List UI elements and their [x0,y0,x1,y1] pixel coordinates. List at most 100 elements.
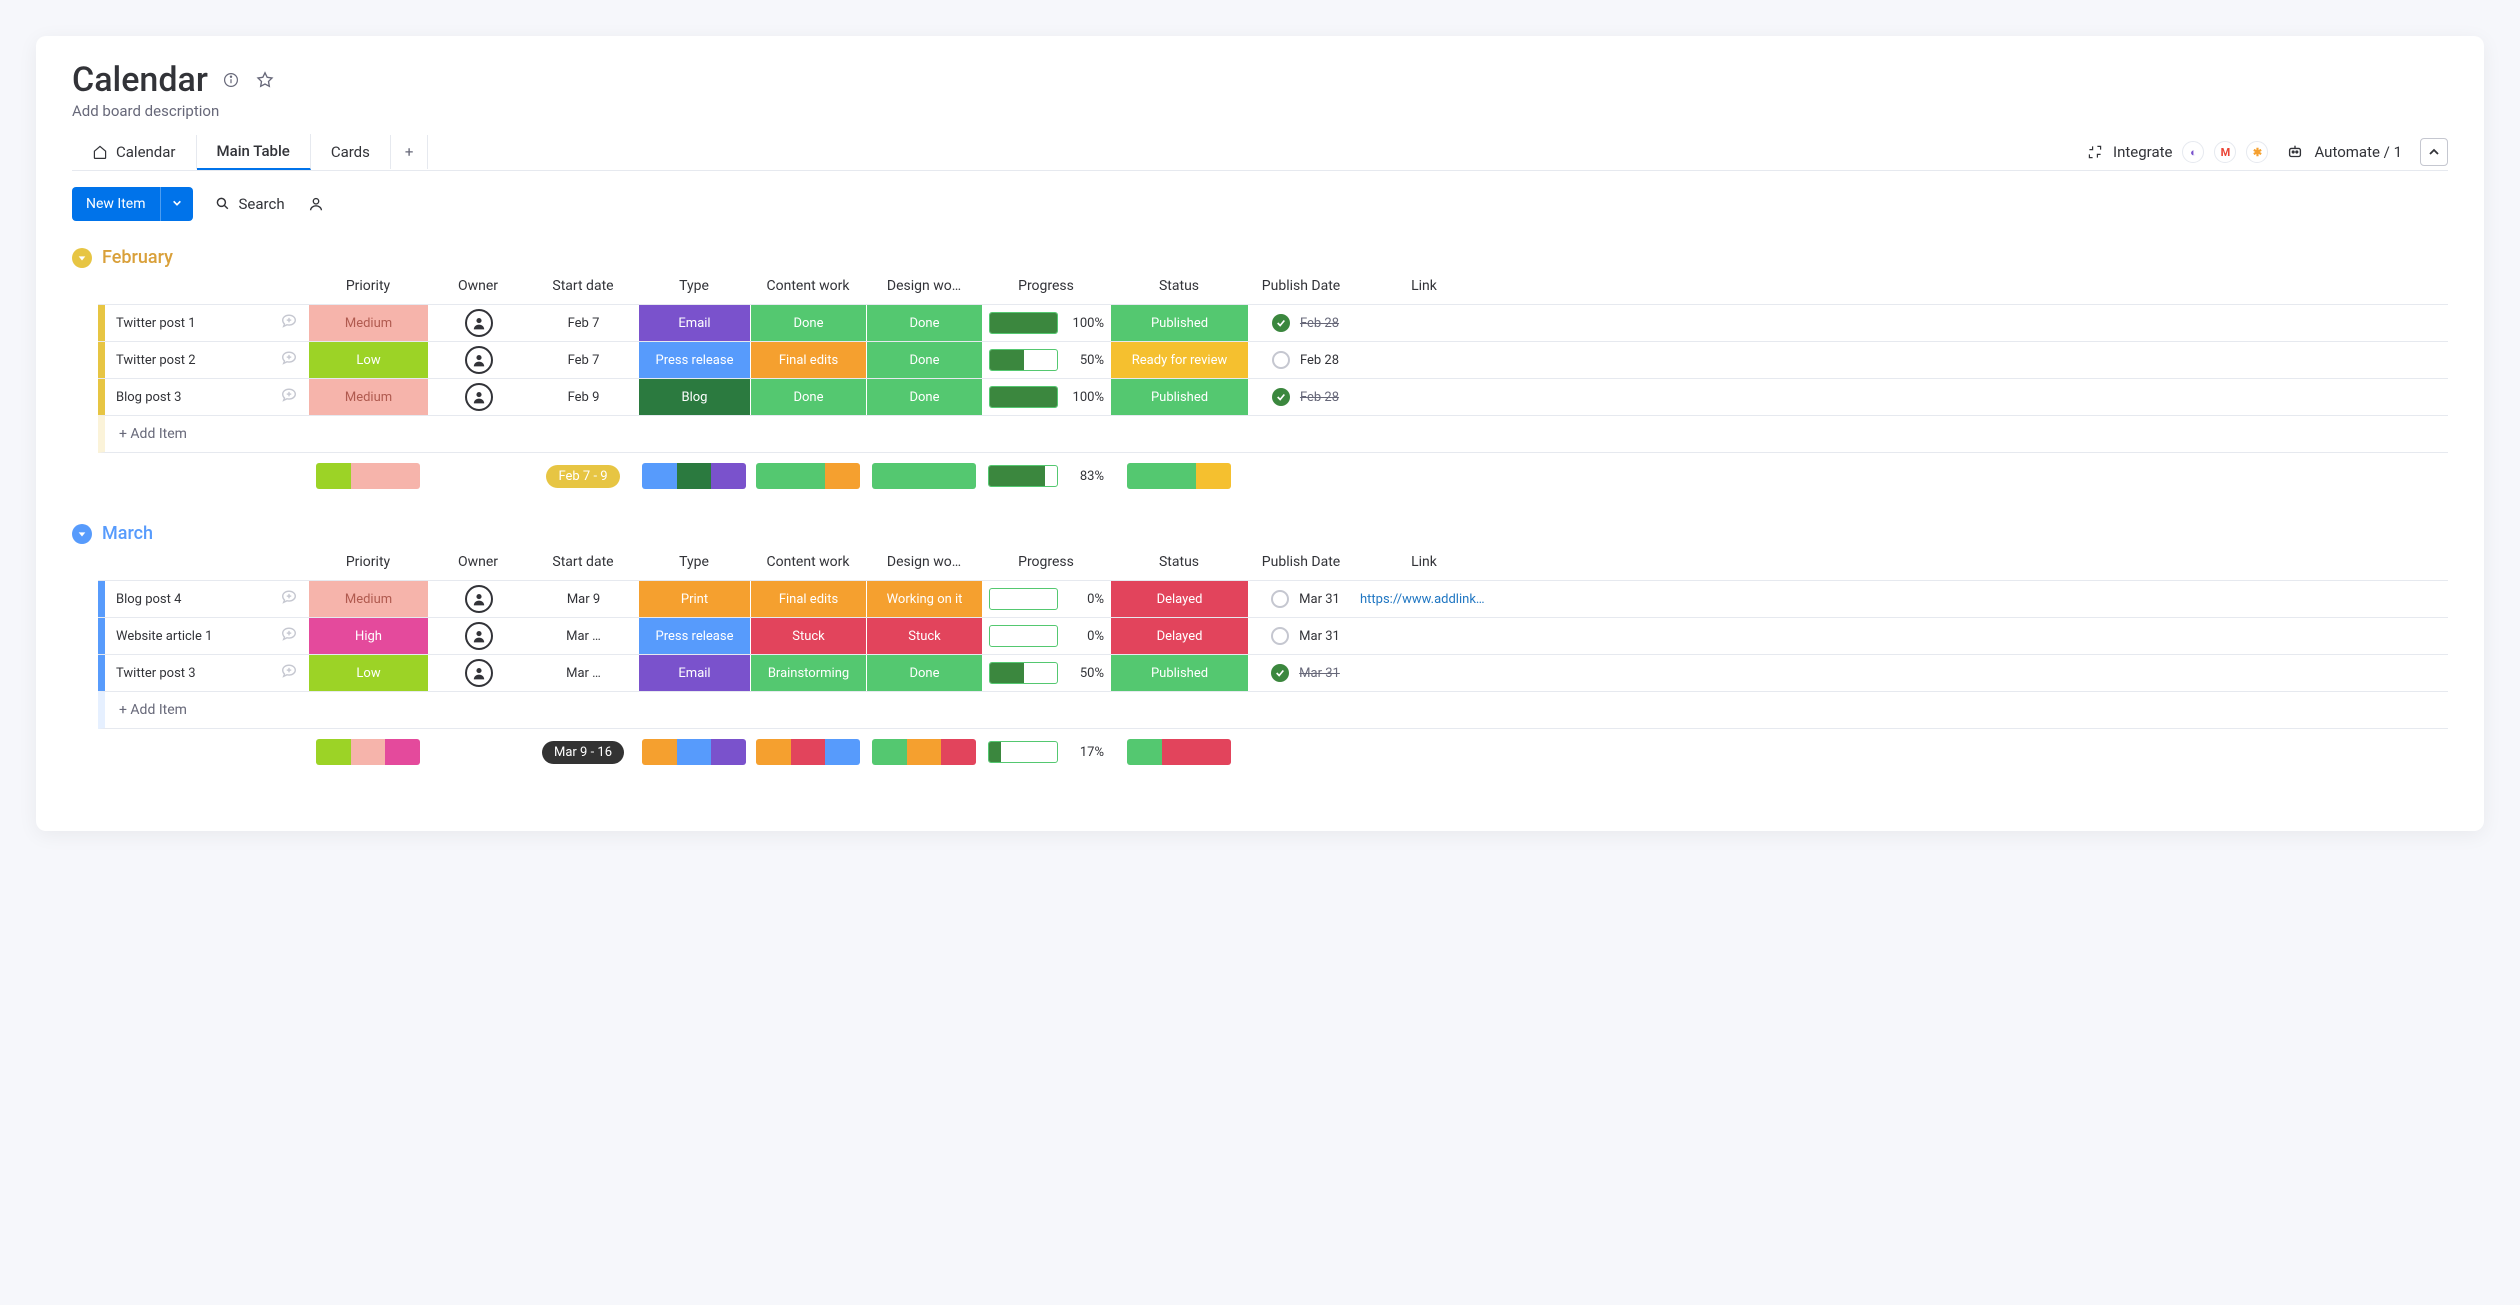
item-name-cell[interactable]: Blog post 4 [105,581,308,617]
status-cell[interactable]: Delayed [1110,618,1248,654]
col-content-work[interactable]: Content work [750,554,866,570]
col-priority[interactable]: Priority [308,278,428,294]
type-cell[interactable]: Blog [638,379,750,415]
tab-calendar[interactable]: Calendar [72,135,197,169]
start-date-cell[interactable]: Feb 9 [528,379,638,415]
priority-cell[interactable]: Low [308,342,428,378]
col-start-date[interactable]: Start date [528,278,638,294]
group-title[interactable]: March [102,523,153,544]
content-work-cell[interactable]: Stuck [750,618,866,654]
add-item-row[interactable]: + Add Item [98,691,2448,729]
priority-cell[interactable]: Low [308,655,428,691]
start-date-cell[interactable]: Mar … [528,618,638,654]
status-cell[interactable]: Delayed [1110,581,1248,617]
col-link[interactable]: Link [1354,278,1494,294]
content-work-cell[interactable]: Done [750,379,866,415]
progress-cell[interactable]: 100% [982,305,1110,341]
publish-date-cell[interactable]: Mar 31 [1248,618,1354,654]
item-name-cell[interactable]: Twitter post 2 [105,342,308,378]
design-work-cell[interactable]: Stuck [866,618,982,654]
status-cell[interactable]: Published [1110,305,1248,341]
owner-cell[interactable] [428,655,528,691]
new-item-dropdown[interactable] [160,187,193,221]
person-filter-button[interactable] [307,195,325,213]
col-design-work[interactable]: Design wo… [866,554,982,570]
progress-cell[interactable]: 50% [982,342,1110,378]
col-type[interactable]: Type [638,554,750,570]
chat-icon[interactable] [280,588,298,610]
publish-date-cell[interactable]: Feb 28 [1248,342,1354,378]
col-progress[interactable]: Progress [982,278,1110,294]
table-row[interactable]: Blog post 4 Medium Mar 9 Print Final edi… [98,580,2448,617]
col-priority[interactable]: Priority [308,554,428,570]
table-row[interactable]: Twitter post 1 Medium Feb 7 Email Done D… [98,304,2448,341]
item-name-cell[interactable]: Twitter post 1 [105,305,308,341]
chat-icon[interactable] [280,386,298,408]
star-icon[interactable] [254,69,276,91]
search-button[interactable]: Search [215,195,285,213]
type-cell[interactable]: Press release [638,342,750,378]
tab-main-table[interactable]: Main Table [197,134,311,170]
owner-cell[interactable] [428,581,528,617]
owner-cell[interactable] [428,305,528,341]
integrate-button[interactable]: Integrate ◐ M ✱ [2087,141,2268,163]
progress-cell[interactable]: 50% [982,655,1110,691]
status-cell[interactable]: Published [1110,379,1248,415]
publish-date-cell[interactable]: Mar 31 [1248,581,1354,617]
automate-button[interactable]: Automate / 1 [2286,143,2402,161]
chat-icon[interactable] [280,625,298,647]
col-owner[interactable]: Owner [428,278,528,294]
table-row[interactable]: Twitter post 3 Low Mar … Email Brainstor… [98,654,2448,691]
col-status[interactable]: Status [1110,278,1248,294]
integration-icon-gmail[interactable]: M [2214,141,2236,163]
add-view-button[interactable]: + [391,135,429,169]
publish-date-cell[interactable]: Feb 28 [1248,379,1354,415]
info-icon[interactable] [220,69,242,91]
group-title[interactable]: February [102,247,173,268]
col-status[interactable]: Status [1110,554,1248,570]
design-work-cell[interactable]: Done [866,379,982,415]
item-name-cell[interactable]: Blog post 3 [105,379,308,415]
col-publish-date[interactable]: Publish Date [1248,554,1354,570]
priority-cell[interactable]: Medium [308,305,428,341]
content-work-cell[interactable]: Done [750,305,866,341]
type-cell[interactable]: Email [638,305,750,341]
content-work-cell[interactable]: Final edits [750,581,866,617]
chat-icon[interactable] [280,349,298,371]
chat-icon[interactable] [280,662,298,684]
start-date-cell[interactable]: Mar … [528,655,638,691]
progress-cell[interactable]: 100% [982,379,1110,415]
col-owner[interactable]: Owner [428,554,528,570]
tab-cards[interactable]: Cards [311,135,391,169]
group-collapse-icon[interactable] [72,248,92,268]
start-date-cell[interactable]: Feb 7 [528,342,638,378]
chat-icon[interactable] [280,312,298,334]
group-collapse-icon[interactable] [72,524,92,544]
publish-date-cell[interactable]: Mar 31 [1248,655,1354,691]
item-name-cell[interactable]: Website article 1 [105,618,308,654]
collapse-header-button[interactable] [2420,138,2448,166]
col-publish-date[interactable]: Publish Date [1248,278,1354,294]
priority-cell[interactable]: Medium [308,581,428,617]
priority-cell[interactable]: Medium [308,379,428,415]
type-cell[interactable]: Press release [638,618,750,654]
col-progress[interactable]: Progress [982,554,1110,570]
start-date-cell[interactable]: Mar 9 [528,581,638,617]
progress-cell[interactable]: 0% [982,581,1110,617]
publish-date-cell[interactable]: Feb 28 [1248,305,1354,341]
status-cell[interactable]: Ready for review [1110,342,1248,378]
type-cell[interactable]: Email [638,655,750,691]
col-start-date[interactable]: Start date [528,554,638,570]
progress-cell[interactable]: 0% [982,618,1110,654]
link-cell[interactable]: https://www.addlink… [1354,581,1494,618]
board-description[interactable]: Add board description [72,102,2448,120]
design-work-cell[interactable]: Done [866,305,982,341]
item-name-cell[interactable]: Twitter post 3 [105,655,308,691]
table-row[interactable]: Website article 1 High Mar … Press relea… [98,617,2448,654]
table-row[interactable]: Blog post 3 Medium Feb 9 Blog Done Done … [98,378,2448,415]
design-work-cell[interactable]: Done [866,655,982,691]
design-work-cell[interactable]: Working on it [866,581,982,617]
priority-cell[interactable]: High [308,618,428,654]
type-cell[interactable]: Print [638,581,750,617]
owner-cell[interactable] [428,618,528,654]
